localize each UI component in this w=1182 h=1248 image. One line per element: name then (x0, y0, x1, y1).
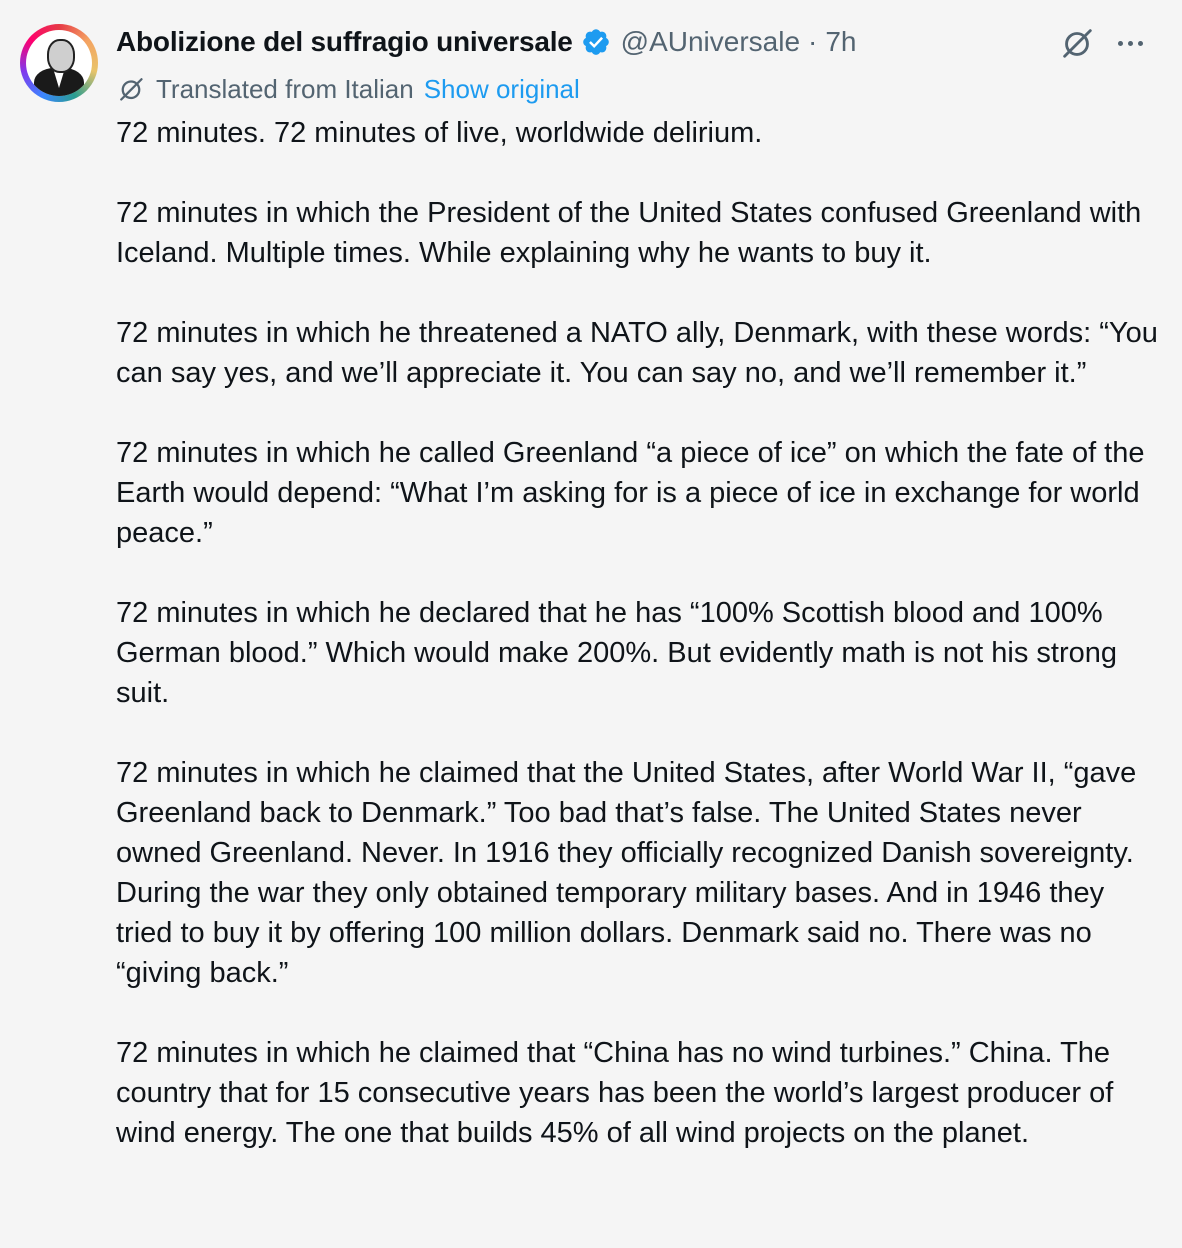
avatar-portrait (26, 30, 92, 96)
avatar[interactable] (20, 24, 98, 102)
timestamp[interactable]: 7h (825, 26, 856, 58)
tweet-text: 72 minutes. 72 minutes of live, worldwid… (116, 113, 1161, 1153)
tweet-header: Abolizione del suffragio universale @AUn… (116, 22, 857, 62)
show-original-link[interactable]: Show original (424, 74, 580, 105)
tweet-card: Abolizione del suffragio universale @AUn… (0, 0, 1182, 1248)
grok-icon[interactable] (1058, 24, 1096, 62)
avatar-head (47, 39, 75, 73)
display-name[interactable]: Abolizione del suffragio universale (116, 26, 573, 58)
tweet-paragraph: 72 minutes in which he called Greenland … (116, 437, 1145, 549)
verified-badge-icon[interactable] (581, 27, 611, 57)
more-options-button[interactable] (1110, 28, 1150, 58)
tweet-paragraph: 72 minutes in which he declared that he … (116, 597, 1117, 709)
separator-dot: · (808, 26, 818, 57)
tweet-paragraph: 72 minutes in which he threatened a NATO… (116, 317, 1158, 389)
more-dot-icon (1127, 40, 1133, 46)
translated-label: Translated from Italian (156, 73, 414, 104)
handle[interactable]: @AUniversale (621, 26, 800, 58)
tweet-paragraph: 72 minutes in which he claimed that the … (116, 757, 1137, 989)
translation-row: Translated from Italian Show original (116, 72, 580, 106)
tweet-paragraph: 72 minutes in which he claimed that “Chi… (116, 1037, 1114, 1149)
more-dot-icon (1117, 40, 1123, 46)
tweet-paragraph: 72 minutes in which the President of the… (116, 197, 1142, 269)
translate-icon (120, 78, 143, 101)
tweet-paragraph: 72 minutes. 72 minutes of live, worldwid… (116, 117, 763, 149)
more-dot-icon (1137, 40, 1143, 46)
